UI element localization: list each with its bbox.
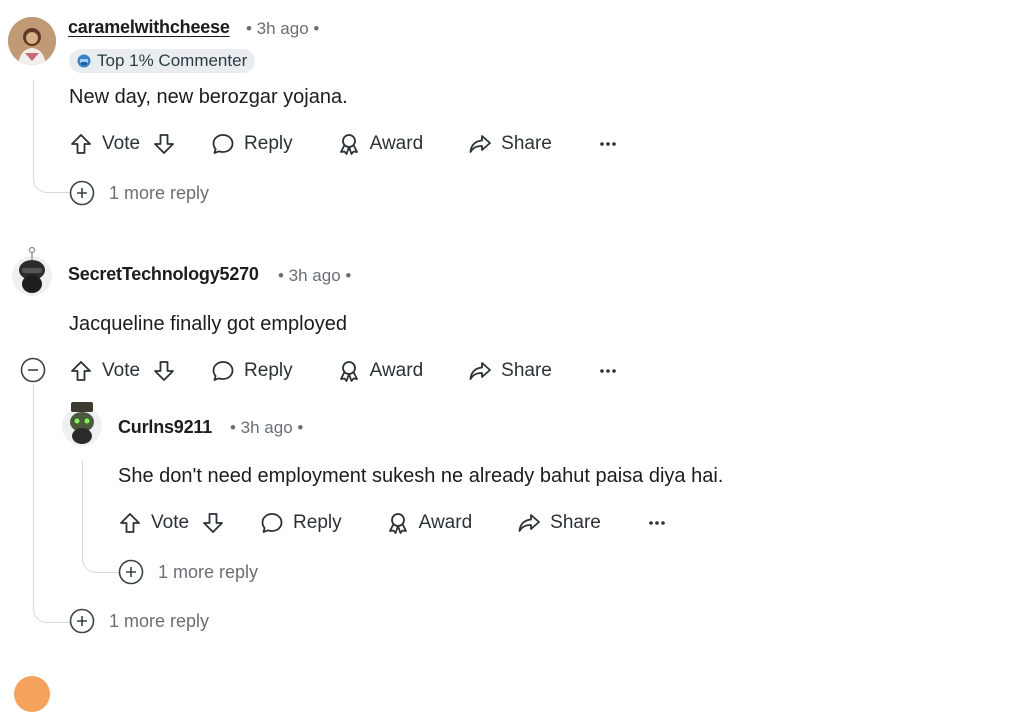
expand-plus-icon	[69, 180, 95, 206]
share-arrow-icon	[469, 362, 492, 380]
comment-action-bar: Vote Reply Award Share	[118, 508, 669, 538]
more-horizontal-icon	[649, 521, 665, 525]
share-arrow-icon	[518, 514, 541, 532]
speech-bubble-icon	[212, 134, 234, 154]
reply-button[interactable]: Reply	[211, 132, 293, 156]
avatar-curlns9211[interactable]	[59, 398, 105, 448]
downvote-button[interactable]	[201, 511, 225, 535]
comment-author[interactable]: SecretTechnology5270	[68, 264, 259, 285]
award-button[interactable]: Award	[386, 511, 473, 535]
share-button[interactable]: Share	[468, 359, 552, 383]
reply-label: Reply	[244, 133, 293, 154]
upvote-button[interactable]: Vote	[69, 132, 140, 156]
upvote-button[interactable]: Vote	[69, 359, 140, 383]
collapse-minus-icon	[20, 357, 46, 383]
downvote-button[interactable]	[152, 132, 176, 156]
reply-label: Reply	[244, 360, 293, 381]
comment-body: New day, new berozgar yojana.	[69, 86, 348, 108]
downvote-arrow-icon	[154, 134, 174, 154]
award-label: Award	[418, 512, 473, 533]
share-button[interactable]: Share	[468, 132, 552, 156]
reply-label: Reply	[293, 512, 342, 533]
share-label: Share	[501, 360, 552, 381]
reply-button[interactable]: Reply	[260, 511, 342, 535]
award-ribbon-icon	[388, 513, 407, 534]
more-replies-link[interactable]: 1 more reply	[69, 608, 209, 634]
more-replies-link[interactable]: 1 more reply	[69, 180, 209, 206]
award-ribbon-icon	[339, 361, 358, 382]
snoo-avatar-icon	[62, 402, 102, 446]
snoo-avatar-icon	[12, 246, 52, 296]
upvote-arrow-icon	[71, 361, 91, 381]
comment-action-bar: Vote Reply Award Share	[69, 356, 620, 386]
comment-body: Jacqueline finally got employed	[69, 313, 347, 335]
vote-count: Vote	[102, 360, 141, 381]
more-horizontal-icon	[600, 369, 616, 373]
comment-timestamp: • 3h ago •	[246, 19, 320, 38]
more-replies-label: 1 more reply	[158, 561, 259, 582]
award-label: Award	[369, 360, 424, 381]
share-label: Share	[550, 512, 601, 533]
share-button[interactable]: Share	[517, 511, 601, 535]
user-photo-icon	[8, 17, 56, 65]
thread-line	[33, 80, 70, 193]
upvote-arrow-icon	[71, 134, 91, 154]
user-flair: Top 1% Commenter	[69, 49, 256, 73]
avatar-secrettechnology5270[interactable]	[9, 246, 55, 296]
downvote-arrow-icon	[203, 513, 223, 533]
more-replies-link[interactable]: 1 more reply	[118, 559, 258, 585]
award-ribbon-icon	[339, 134, 358, 155]
speech-bubble-icon	[261, 513, 283, 533]
comment-action-bar: Vote Reply Award Share	[69, 129, 620, 159]
collapse-thread-button[interactable]	[20, 357, 46, 383]
award-label: Award	[369, 133, 424, 154]
thread-line	[82, 460, 119, 573]
flair-label: Top 1% Commenter	[97, 51, 248, 70]
avatar-caramelwithcheese[interactable]	[8, 17, 56, 65]
award-button[interactable]: Award	[337, 132, 424, 156]
upvote-arrow-icon	[120, 513, 140, 533]
avatar-next-comment[interactable]	[14, 676, 50, 712]
share-label: Share	[501, 133, 552, 154]
more-replies-label: 1 more reply	[109, 610, 210, 631]
comment-body: She don't need employment sukesh ne alre…	[118, 465, 724, 487]
comment-timestamp: • 3h ago •	[278, 266, 352, 285]
more-horizontal-icon	[600, 142, 616, 146]
vote-count: Vote	[102, 133, 141, 154]
speech-bubble-icon	[212, 361, 234, 381]
share-arrow-icon	[469, 135, 492, 153]
more-options-button[interactable]	[645, 511, 669, 535]
more-replies-label: 1 more reply	[109, 182, 210, 203]
expand-plus-icon	[118, 559, 144, 585]
comment-author[interactable]: Curlns9211	[118, 417, 212, 438]
award-button[interactable]: Award	[337, 359, 424, 383]
vote-count: Vote	[151, 512, 190, 533]
expand-plus-icon	[69, 608, 95, 634]
reply-button[interactable]: Reply	[211, 359, 293, 383]
comment-timestamp: • 3h ago •	[230, 418, 304, 437]
more-options-button[interactable]	[596, 359, 620, 383]
upvote-button[interactable]: Vote	[118, 511, 189, 535]
downvote-button[interactable]	[152, 359, 176, 383]
more-options-button[interactable]	[596, 132, 620, 156]
downvote-arrow-icon	[154, 361, 174, 381]
commenter-badge-icon	[77, 54, 91, 68]
comment-author[interactable]: caramelwithcheese	[68, 17, 230, 38]
